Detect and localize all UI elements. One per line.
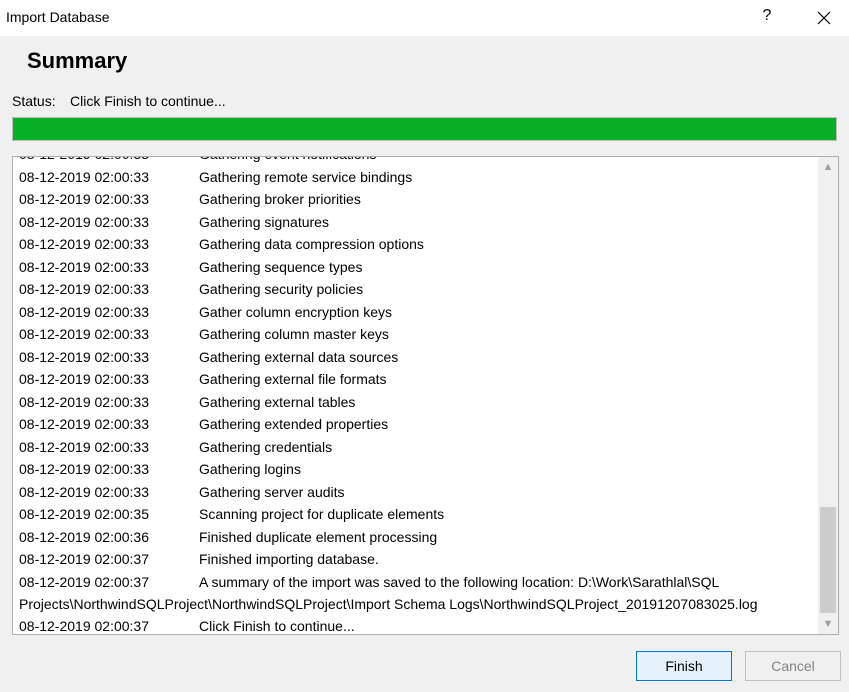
log-timestamp: 08-12-2019 02:00:33 [19, 191, 149, 207]
log-row: 08-12-2019 02:00:33 Gathering signatures [13, 211, 818, 234]
log-row: 08-12-2019 02:00:33 Gathering extended pr… [13, 413, 818, 436]
log-row: 08-12-2019 02:00:33 Gathering security po… [13, 278, 818, 301]
log-row: 08-12-2019 02:00:33 Gathering server audi… [13, 481, 818, 504]
log-timestamp: 08-12-2019 02:00:33 [19, 348, 149, 365]
page-title: Summary [27, 48, 128, 73]
log-timestamp: 08-12-2019 02:00:33 [19, 393, 149, 410]
status-text: Click Finish to continue... [70, 93, 226, 109]
log-row: 08-12-2019 02:00:33 Gathering credentials [13, 436, 818, 459]
log-timestamp: 08-12-2019 02:00:33 [19, 371, 149, 387]
log-timestamp: 08-12-2019 02:00:33 [19, 483, 149, 500]
finish-button[interactable]: Finish [636, 651, 732, 681]
log-row: 08-12-2019 02:00:33 Gathering data compre… [13, 233, 818, 256]
log-timestamp: 08-12-2019 02:00:33 [19, 236, 149, 252]
log-timestamp: 08-12-2019 02:00:36 [19, 528, 149, 545]
cancel-button[interactable]: Cancel [745, 651, 841, 681]
vertical-scrollbar[interactable]: ▲ ▼ [818, 157, 838, 634]
log-timestamp: 08-12-2019 02:00:33 [19, 461, 149, 477]
chevron-down-icon[interactable]: ▼ [818, 614, 838, 634]
log-timestamp: 08-12-2019 02:00:33 [19, 213, 149, 230]
log-timestamp: 08-12-2019 02:00:33 [19, 326, 149, 342]
log-timestamp: 08-12-2019 02:00:37 [19, 573, 149, 590]
progress-bar [12, 117, 837, 141]
log-timestamp: 08-12-2019 02:00:33 [19, 281, 149, 297]
log-timestamp: 08-12-2019 02:00:33 [19, 258, 149, 275]
log-row: 08-12-2019 02:00:33 Gathering column mast… [13, 323, 818, 346]
log-row: 08-12-2019 02:00:37 A summary of the impo… [13, 571, 818, 615]
log-timestamp: 08-12-2019 02:00:33 [19, 157, 149, 166]
log-timestamp: 08-12-2019 02:00:33 [19, 303, 149, 320]
help-button[interactable]: ? [760, 7, 774, 25]
log-timestamp: 08-12-2019 02:00:33 [19, 416, 149, 432]
log-list[interactable]: 08-12-2019 02:00:33Gathering event notif… [12, 156, 839, 635]
log-row: 08-12-2019 02:00:33Gathering event notif… [13, 157, 818, 166]
log-row: 08-12-2019 02:00:37 Finished importing da… [13, 548, 818, 571]
log-row: 08-12-2019 02:00:37 Click Finish to conti… [13, 615, 818, 635]
log-row: 08-12-2019 02:00:33 Gathering sequence ty… [13, 256, 818, 279]
log-timestamp: 08-12-2019 02:00:33 [19, 438, 149, 455]
window-title: Import Database [6, 9, 110, 25]
log-timestamp: 08-12-2019 02:00:37 [19, 617, 149, 634]
log-timestamp: 08-12-2019 02:00:35 [19, 506, 149, 522]
log-row: 08-12-2019 02:00:33 Gathering external da… [13, 346, 818, 369]
close-icon[interactable] [812, 6, 836, 30]
log-row: 08-12-2019 02:00:33 Gathering external ta… [13, 391, 818, 414]
title-bar: Import Database ? [0, 0, 849, 36]
log-timestamp: 08-12-2019 02:00:37 [19, 551, 149, 567]
log-row: 08-12-2019 02:00:35 Scanning project for … [13, 503, 818, 526]
log-row: 08-12-2019 02:00:33 Gathering broker prio… [13, 188, 818, 211]
log-timestamp: 08-12-2019 02:00:33 [19, 168, 149, 185]
scroll-thumb[interactable] [820, 507, 836, 613]
chevron-up-icon[interactable]: ▲ [818, 157, 838, 177]
log-row: 08-12-2019 02:00:33 Gathering external fi… [13, 368, 818, 391]
log-row: 08-12-2019 02:00:33 Gathering remote serv… [13, 166, 818, 189]
progress-fill [13, 118, 836, 140]
log-row: 08-12-2019 02:00:33 Gathering logins [13, 458, 818, 481]
status-label: Status: [12, 93, 56, 109]
log-row: 08-12-2019 02:00:36 Finished duplicate el… [13, 526, 818, 549]
log-row: 08-12-2019 02:00:33 Gather column encrypt… [13, 301, 818, 324]
